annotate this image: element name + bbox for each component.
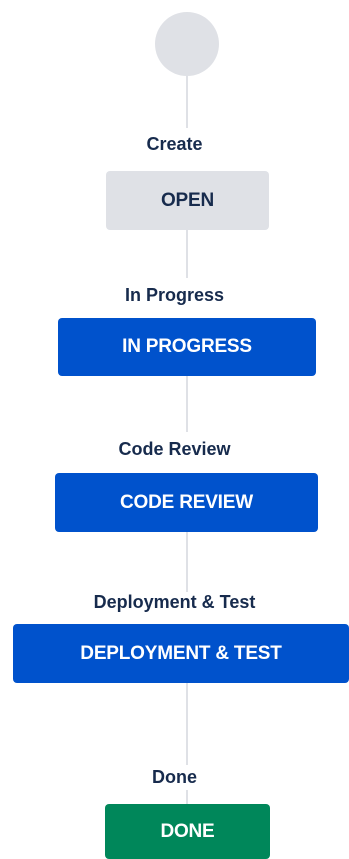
status-in-progress[interactable]: IN PROGRESS bbox=[58, 318, 316, 376]
connector-line bbox=[186, 532, 188, 592]
connector-line bbox=[186, 683, 188, 765]
connector-line bbox=[186, 790, 188, 804]
connector-line bbox=[186, 76, 188, 128]
connector-line bbox=[186, 376, 188, 432]
transition-label-create[interactable]: Create bbox=[0, 133, 349, 155]
status-deployment-test[interactable]: DEPLOYMENT & TEST bbox=[13, 624, 349, 683]
status-done[interactable]: DONE bbox=[105, 804, 270, 859]
transition-label-done[interactable]: Done bbox=[0, 766, 349, 788]
workflow-start-node[interactable] bbox=[155, 12, 219, 76]
transition-label-deployment-test[interactable]: Deployment & Test bbox=[0, 591, 349, 613]
status-open[interactable]: OPEN bbox=[106, 171, 269, 230]
transition-label-code-review[interactable]: Code Review bbox=[0, 438, 349, 460]
connector-line bbox=[186, 230, 188, 278]
status-code-review[interactable]: CODE REVIEW bbox=[55, 473, 318, 532]
transition-label-in-progress[interactable]: In Progress bbox=[0, 284, 349, 306]
